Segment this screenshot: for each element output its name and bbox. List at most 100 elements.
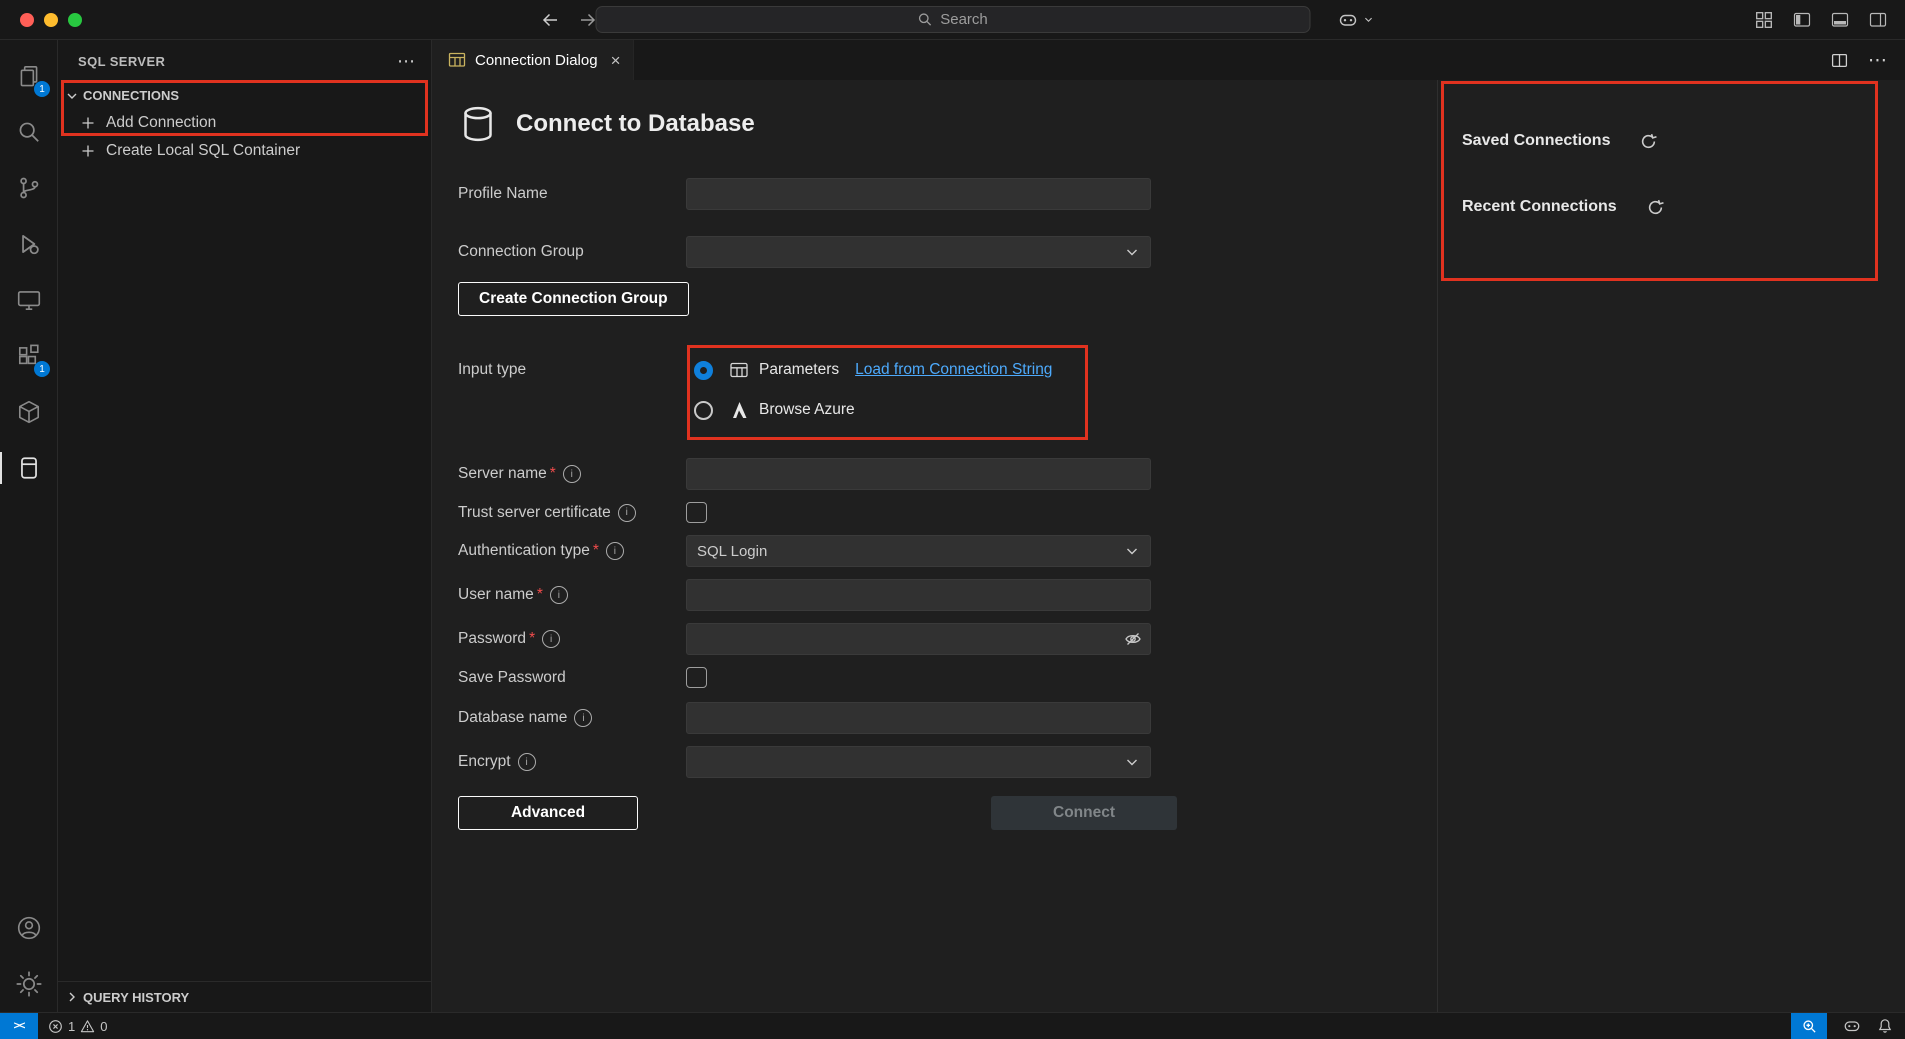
sidebar: SQL SERVER ⋯ CONNECTIONS Add Connection [58, 40, 432, 1012]
input-type-row: Input type Parameters Load from Connecti… [458, 350, 1437, 430]
info-icon: i [618, 504, 636, 522]
activity-search[interactable] [0, 104, 57, 160]
connection-form: Connect to Database Profile Name Connect… [432, 80, 1437, 1012]
zoom-indicator[interactable] [1791, 1013, 1827, 1039]
error-icon [48, 1019, 63, 1034]
save-password-label: Save Password [458, 669, 566, 687]
split-editor-icon[interactable] [1831, 52, 1848, 69]
connections-section-header[interactable]: CONNECTIONS [58, 82, 431, 109]
browse-azure-radio[interactable] [694, 401, 713, 420]
sidebar-item-label: Create Local SQL Container [106, 142, 300, 160]
sidebar-title: SQL SERVER [78, 54, 165, 69]
activity-extensions[interactable]: 1 [0, 328, 57, 384]
search-placeholder: Search [940, 11, 988, 28]
database-icon [458, 104, 498, 144]
browse-azure-radio-row: Browse Azure [686, 390, 1052, 430]
info-icon: i [563, 465, 581, 483]
problems-indicator[interactable]: 1 0 [48, 1019, 107, 1034]
remote-indicator[interactable]: >< [0, 1013, 38, 1039]
tab-connection-dialog[interactable]: Connection Dialog × [432, 40, 634, 80]
copilot-status-icon[interactable] [1843, 1017, 1861, 1035]
minimize-window-button[interactable] [44, 13, 58, 27]
chevron-right-icon [64, 989, 80, 1005]
profile-name-row: Profile Name [458, 178, 1437, 210]
history-navigation [540, 0, 598, 39]
account-icon [16, 915, 42, 941]
user-name-label: User name [458, 586, 534, 604]
info-icon: i [518, 753, 536, 771]
trust-server-certificate-checkbox[interactable] [686, 502, 707, 523]
tab-label: Connection Dialog [475, 52, 598, 69]
activity-sql-server[interactable] [0, 440, 57, 496]
chevron-down-icon [1363, 14, 1374, 25]
create-connection-group-button[interactable]: Create Connection Group [458, 282, 689, 316]
sidebar-item-create-local-sql-container[interactable]: Create Local SQL Container [58, 137, 431, 165]
load-from-connection-string-link[interactable]: Load from Connection String [855, 361, 1052, 379]
connections-panel: Saved Connections Recent Connections [1437, 80, 1905, 1012]
activity-remote-explorer[interactable] [0, 272, 57, 328]
close-icon[interactable]: × [611, 52, 621, 69]
user-name-input[interactable] [686, 579, 1151, 611]
more-actions-icon[interactable]: ⋯ [1868, 51, 1887, 70]
refresh-icon[interactable] [1647, 199, 1664, 216]
saved-connections-header: Saved Connections [1462, 129, 1905, 153]
maximize-window-button[interactable] [68, 13, 82, 27]
eye-off-icon[interactable] [1124, 630, 1142, 648]
command-center-search[interactable]: Search [595, 6, 1310, 33]
plus-icon [80, 115, 96, 131]
activity-settings[interactable] [0, 956, 57, 1012]
activity-containers[interactable] [0, 384, 57, 440]
browse-azure-label: Browse Azure [759, 401, 855, 419]
save-password-row: Save Password [458, 667, 1437, 688]
connect-button[interactable]: Connect [991, 796, 1177, 830]
saved-connections-label: Saved Connections [1462, 132, 1610, 150]
gear-icon [16, 971, 42, 997]
encrypt-select[interactable] [686, 746, 1151, 778]
toggle-panel-icon[interactable] [1831, 11, 1849, 29]
server-name-row: Server name * i [458, 458, 1437, 490]
run-debug-icon [16, 231, 42, 257]
bell-icon[interactable] [1877, 1018, 1893, 1034]
trust-server-certificate-label: Trust server certificate [458, 504, 611, 522]
azure-icon [729, 400, 749, 420]
toggle-secondary-sidebar-icon[interactable] [1869, 11, 1887, 29]
info-icon: i [574, 709, 592, 727]
more-actions-icon[interactable]: ⋯ [397, 52, 415, 70]
explorer-badge: 1 [34, 81, 50, 97]
database-name-input[interactable] [686, 702, 1151, 734]
activity-accounts[interactable] [0, 900, 57, 956]
package-icon [16, 399, 42, 425]
activity-run-debug[interactable] [0, 216, 57, 272]
activity-source-control[interactable] [0, 160, 57, 216]
encrypt-label: Encrypt [458, 753, 511, 771]
connection-group-select[interactable] [686, 236, 1151, 268]
password-label: Password [458, 630, 526, 648]
table-icon [729, 360, 749, 380]
sql-server-icon [16, 455, 42, 481]
sidebar-header: SQL SERVER ⋯ [58, 40, 431, 82]
save-password-checkbox[interactable] [686, 667, 707, 688]
parameters-radio[interactable] [694, 361, 713, 380]
trust-server-certificate-row: Trust server certificate i [458, 502, 1437, 523]
customize-layout-icon[interactable] [1755, 11, 1773, 29]
password-input[interactable] [686, 623, 1151, 655]
close-window-button[interactable] [20, 13, 34, 27]
user-name-row: User name * i [458, 579, 1437, 611]
parameters-label: Parameters [759, 361, 839, 379]
connection-group-label: Connection Group [458, 243, 584, 261]
profile-name-input[interactable] [686, 178, 1151, 210]
toggle-primary-sidebar-icon[interactable] [1793, 11, 1811, 29]
back-button[interactable] [540, 10, 560, 30]
status-bar-right [1791, 1013, 1905, 1039]
advanced-button[interactable]: Advanced [458, 796, 638, 830]
remote-explorer-icon [16, 287, 42, 313]
authentication-type-select[interactable]: SQL Login [686, 535, 1151, 567]
activity-explorer[interactable]: 1 [0, 48, 57, 104]
copilot-menu[interactable] [1338, 0, 1374, 39]
sidebar-item-label: Add Connection [106, 114, 216, 132]
refresh-icon[interactable] [1640, 133, 1657, 150]
server-name-input[interactable] [686, 458, 1151, 490]
sidebar-item-add-connection[interactable]: Add Connection [58, 109, 431, 137]
query-history-section-header[interactable]: QUERY HISTORY [58, 981, 431, 1012]
authentication-type-label: Authentication type [458, 542, 590, 560]
